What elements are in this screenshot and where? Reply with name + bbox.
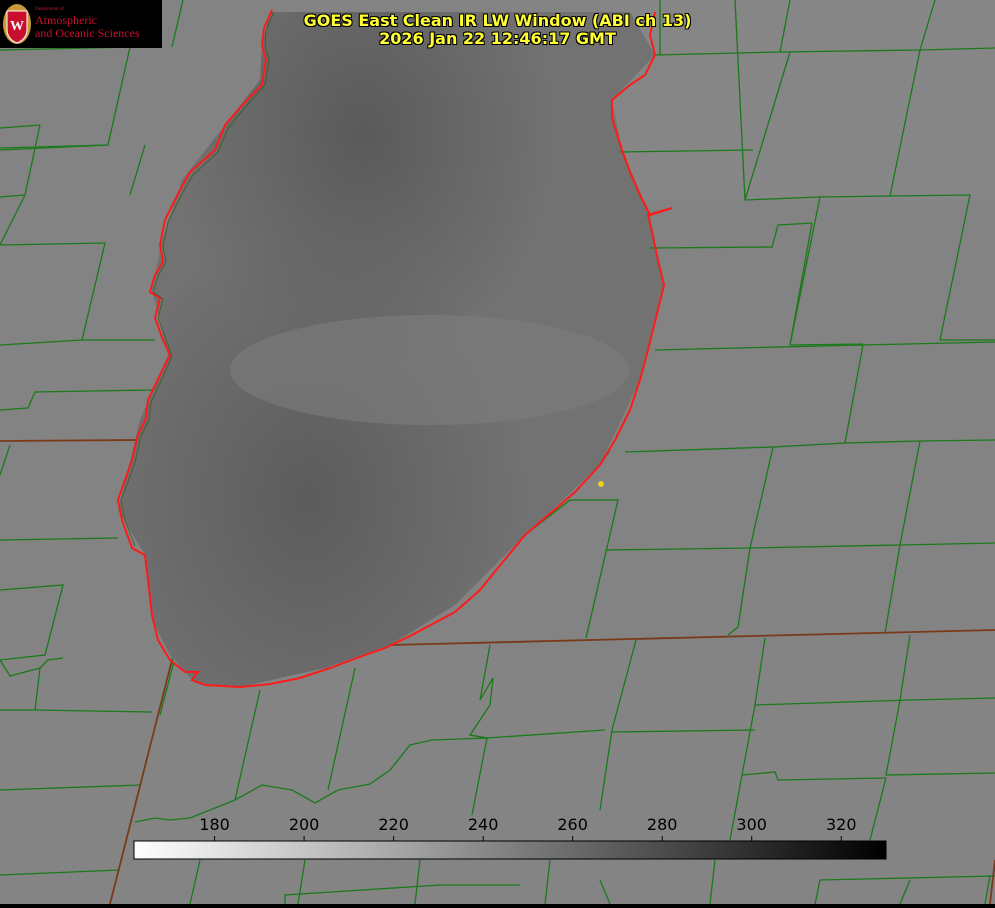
colorbar-tick-label: 280 <box>646 815 678 834</box>
colorbar-tick-label: 200 <box>288 815 320 834</box>
location-marker <box>598 481 604 487</box>
colorbar-tick-label: 320 <box>825 815 857 834</box>
colorbar-tick-label: 300 <box>736 815 767 834</box>
map-svg <box>0 0 995 905</box>
colorbar-tick-label: 260 <box>557 815 588 834</box>
colorbar <box>133 840 887 860</box>
title-product: GOES East Clean IR LW Window (ABI ch 13) <box>303 11 692 30</box>
title-timestamp: 2026 Jan 22 12:46:17 GMT <box>379 29 616 48</box>
colorbar-tick-label: 220 <box>378 815 409 834</box>
colorbar-tick-label: 240 <box>467 815 499 834</box>
lake-light-band <box>230 315 630 425</box>
image-title: GOES East Clean IR LW Window (ABI ch 13)… <box>0 12 995 48</box>
satellite-image: W Department of Atmospheric and Oceanic … <box>0 0 995 905</box>
colorbar-tick-label: 180 <box>199 815 230 834</box>
land-shade-lower <box>0 650 995 904</box>
